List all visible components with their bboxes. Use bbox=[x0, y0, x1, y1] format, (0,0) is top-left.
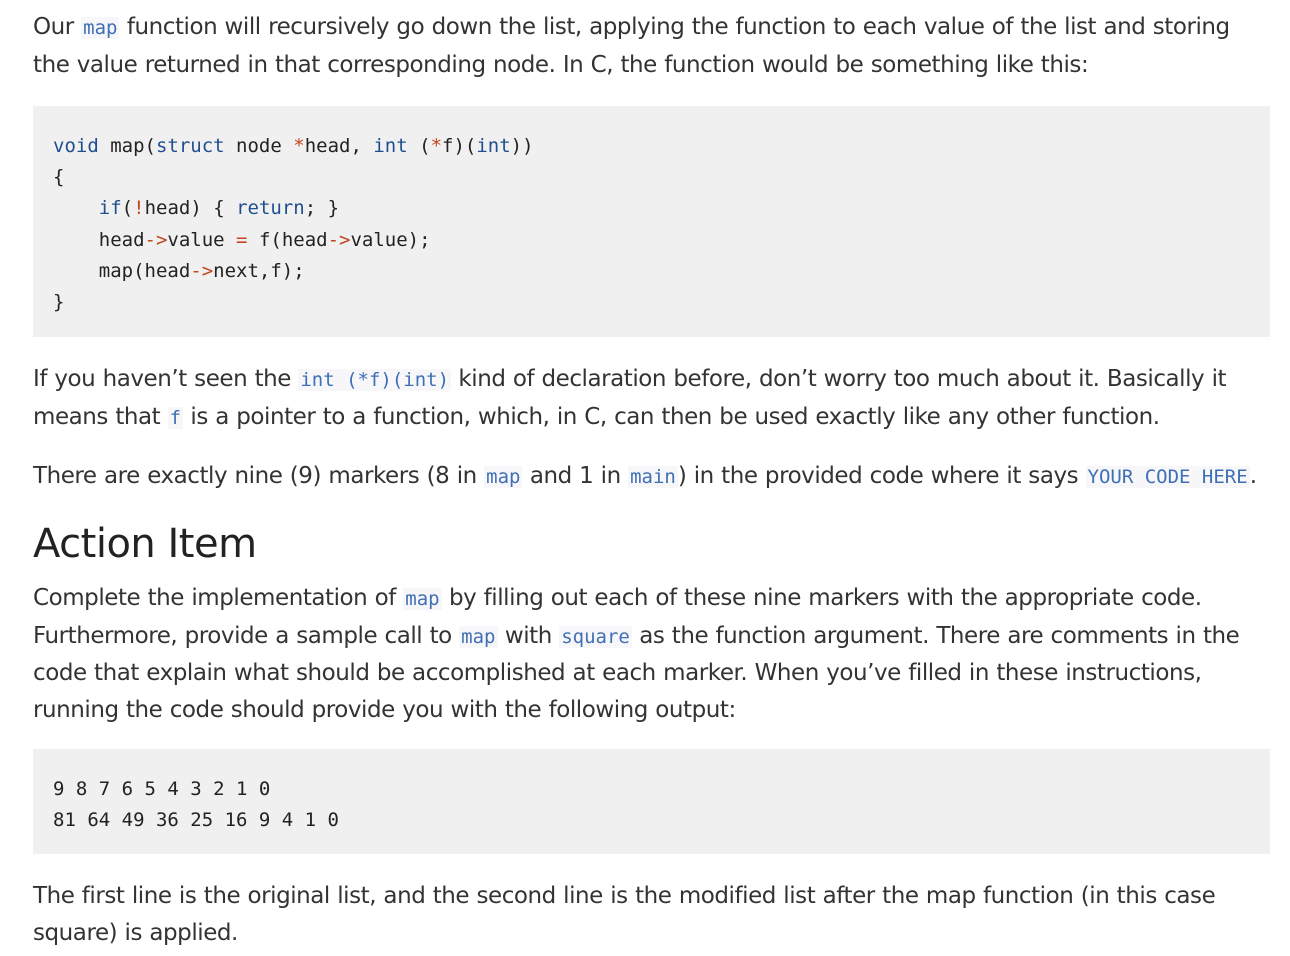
inline-code-fn-pointer: int (*f)(int) bbox=[298, 369, 452, 391]
inline-code-map: map bbox=[81, 17, 120, 39]
action-item-heading: Action Item bbox=[33, 521, 257, 567]
inline-code-map-2: map bbox=[484, 466, 523, 488]
inline-code-map-4: map bbox=[459, 625, 498, 648]
code-line-4: head->value = f(head->value); bbox=[53, 228, 431, 251]
code-line-3: if(!head) { return; } bbox=[98, 197, 340, 220]
declaration-paragraph: If you haven’t seen the int (*f)(int) ki… bbox=[33, 361, 1270, 436]
intro-paragraph: Our map function will recursively go dow… bbox=[33, 9, 1270, 83]
map-function-code-block: void map(struct node *head, int (*f)(int… bbox=[33, 106, 1270, 337]
markers-text-2: and 1 in bbox=[522, 463, 629, 489]
markers-text-3: ) in the provided code where it says bbox=[677, 463, 1086, 489]
final-paragraph: The first line is the original list, and… bbox=[33, 883, 1216, 946]
action-text-1: Complete the implementation of bbox=[33, 585, 404, 611]
inline-code-square: square bbox=[559, 625, 632, 648]
inline-code-your-code-here: YOUR CODE HERE bbox=[1085, 466, 1250, 488]
markers-text-1: There are exactly nine (9) markers (8 in bbox=[33, 463, 485, 489]
intro-text-1: Our bbox=[33, 14, 82, 40]
markers-paragraph: There are exactly nine (9) markers (8 in… bbox=[33, 458, 1270, 496]
code-line-5: map(head->next,f); bbox=[53, 259, 305, 282]
inline-code-map-3: map bbox=[403, 588, 442, 610]
code-line-6: } bbox=[53, 291, 65, 314]
action-paragraph: Complete the implementation of map by fi… bbox=[33, 580, 1270, 728]
intro-text-2: function will recursively go down the li… bbox=[33, 14, 1230, 78]
output-line-1: 9 8 7 6 5 4 3 2 1 0 bbox=[53, 778, 271, 800]
output-line-2: 81 64 49 36 25 16 9 4 1 0 bbox=[53, 809, 339, 832]
decl-text-3: is a pointer to a function, which, in C,… bbox=[183, 403, 1160, 430]
decl-text-1: If you haven’t seen the bbox=[33, 366, 299, 392]
markers-text-4: . bbox=[1249, 463, 1257, 489]
output-code-block: 9 8 7 6 5 4 3 2 1 0 81 64 49 36 25 16 9 … bbox=[33, 749, 1270, 854]
code-line-1: void map(struct node *head, int (*f)(int… bbox=[53, 135, 534, 157]
inline-code-main: main bbox=[628, 466, 678, 488]
inline-code-f: f bbox=[167, 406, 184, 429]
action-text-3: with bbox=[497, 622, 560, 649]
code-line-2: { bbox=[53, 166, 65, 189]
